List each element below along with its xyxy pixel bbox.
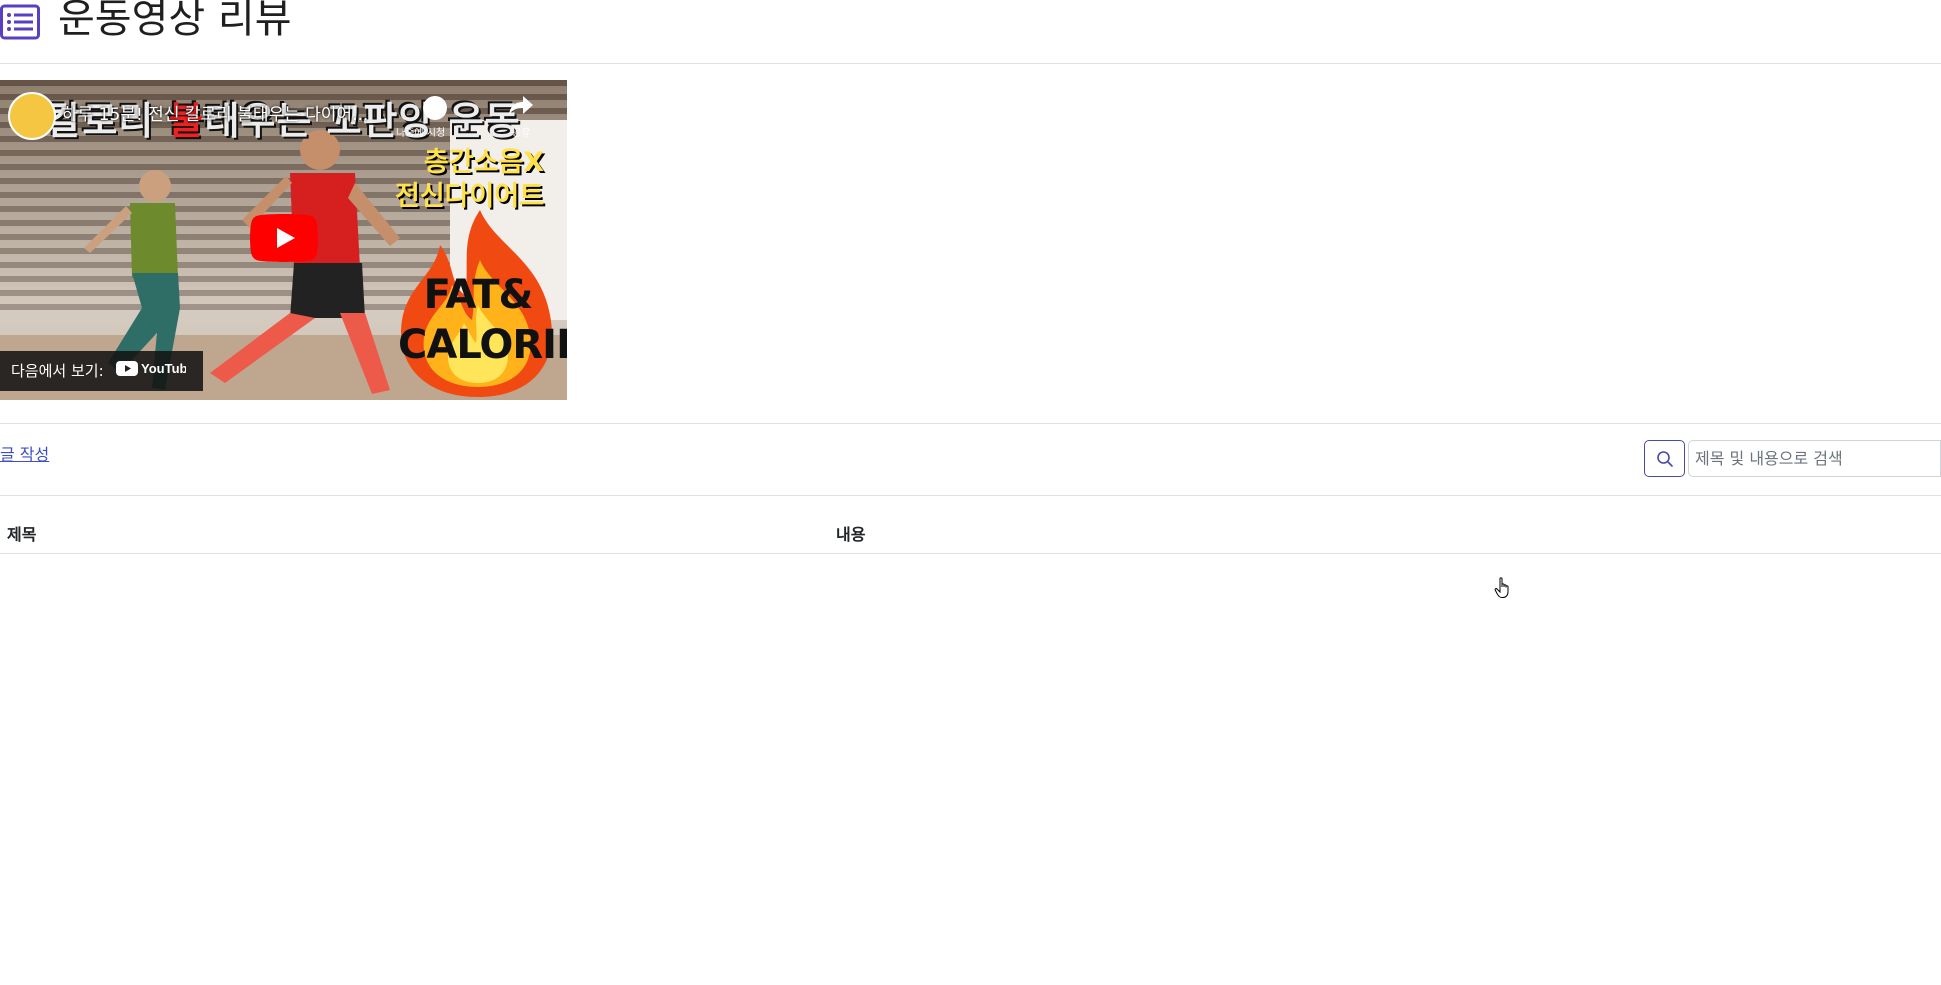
table-header-divider bbox=[0, 553, 1941, 554]
video-embed[interactable]: 칼로리 불태우는 꼬판앙 운동 하루 15분! 전신 칼로리 불태우는 다이어.… bbox=[0, 80, 567, 400]
play-button[interactable] bbox=[250, 214, 318, 262]
fire-text-line: FAT& bbox=[423, 272, 534, 318]
overlay-line: 층간소음X bbox=[423, 147, 545, 178]
share-label: 공유 bbox=[512, 128, 531, 139]
watch-later-label: 나중에 시청 bbox=[396, 128, 446, 139]
toolbar-divider bbox=[0, 495, 1941, 496]
search-button[interactable] bbox=[1644, 440, 1685, 477]
channel-avatar[interactable] bbox=[8, 92, 56, 140]
page-title: 운동영상 리뷰 bbox=[58, 0, 292, 42]
search-input[interactable] bbox=[1688, 440, 1941, 477]
thumbnail-overlay-text: 층간소음X 전신다이어트 bbox=[395, 146, 544, 214]
youtube-logo-icon: YouTube bbox=[116, 352, 195, 392]
section-divider bbox=[0, 423, 1941, 424]
search-icon bbox=[1656, 450, 1673, 467]
column-header-content[interactable]: 내용 bbox=[836, 521, 865, 545]
svg-text:YouTube: YouTube bbox=[141, 361, 186, 376]
write-post-link[interactable]: 글 작성 bbox=[0, 441, 49, 465]
fire-text-line: CALORIE bbox=[398, 322, 567, 368]
share-icon[interactable] bbox=[508, 92, 534, 118]
video-title[interactable]: 하루 15분! 전신 칼로리 불태우는 다이어... bbox=[62, 100, 368, 125]
column-header-title[interactable]: 제목 bbox=[7, 521, 36, 545]
exerciser-right-figure bbox=[210, 130, 400, 394]
hand-cursor-icon bbox=[1494, 577, 1509, 598]
watch-on-label: 다음에서 보기: bbox=[11, 362, 104, 380]
clock-icon[interactable] bbox=[423, 96, 447, 120]
list-icon bbox=[0, 4, 40, 40]
watch-on-youtube-button[interactable]: 다음에서 보기: YouTube bbox=[0, 351, 203, 391]
page-header: 운동영상 리뷰 bbox=[0, 0, 1941, 64]
fire-text: FAT& CALORIE bbox=[398, 270, 567, 370]
